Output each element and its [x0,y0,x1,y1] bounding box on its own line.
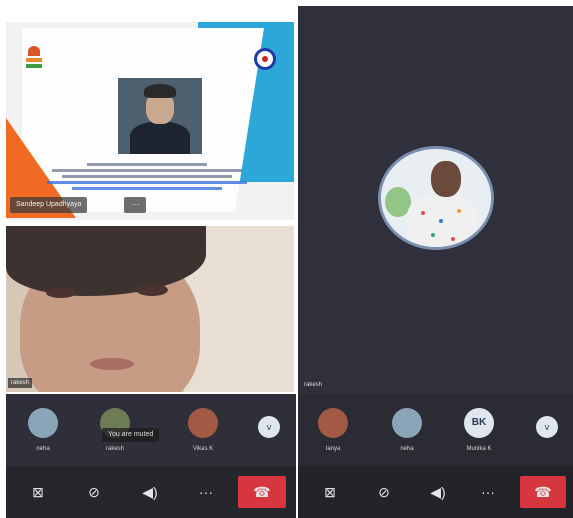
right-call-screen: rakesh tanya neha BK Munika K v ⊠ ⊘ ◀) ·… [298,6,573,518]
camera-eye-left [46,288,76,298]
participant-name: neha [400,446,414,452]
hang-up-button[interactable]: ☎ [238,476,286,508]
participant-strip: tanya neha BK Munika K v [298,394,573,466]
participant-tile[interactable]: neha [12,394,74,466]
avatar [318,408,348,438]
presenter-more-button[interactable]: ··· [124,197,146,213]
mic-off-icon[interactable]: ⊘ [76,476,112,508]
left-call-screen: Sandeep Upadhyaya ··· rakesh neha rakesh… [0,0,296,518]
participant-tile[interactable]: tanya [302,394,364,466]
camera-mouth [90,358,134,370]
participant-tile[interactable]: neha [376,394,438,466]
avatar [392,408,422,438]
more-participants-button[interactable]: v [536,416,558,438]
camera-name-label: rakesh [8,378,33,388]
tile-name-label: rakesh [304,382,323,388]
camera-tile[interactable] [6,226,294,392]
participant-name: Vikas K [192,446,214,452]
speaker-icon[interactable]: ◀) [420,476,456,508]
video-off-icon[interactable]: ⊠ [20,476,56,508]
more-options-icon[interactable]: ··· [470,476,506,508]
speaker-icon[interactable]: ◀) [132,476,168,508]
active-speaker-avatar [378,146,494,250]
screenshot-root: Sandeep Upadhyaya ··· rakesh neha rakesh… [0,0,573,518]
participant-tile[interactable]: BK Munika K [448,394,510,466]
initials-avatar: BK [464,408,494,438]
avatar [188,408,218,438]
slide-left-logo [26,46,42,76]
slide-text-lines [42,160,252,193]
participant-strip: neha rakesh Vikas K You are muted v [6,394,296,466]
slide-portrait-image [118,78,202,154]
participant-name: Munika K [466,446,492,452]
call-controls: ⊠ ⊘ ◀) ··· ☎ [6,466,296,518]
slide-right-logo [254,48,276,70]
participant-tile[interactable]: Vikas K [172,394,234,466]
hang-up-button[interactable]: ☎ [520,476,566,508]
participant-name: tanya [325,446,341,452]
participant-name: neha [36,446,50,452]
avatar [28,408,58,438]
video-off-icon[interactable]: ⊠ [312,476,348,508]
camera-eye-right [136,284,168,296]
mic-off-icon[interactable]: ⊘ [366,476,402,508]
more-options-icon[interactable]: ··· [188,476,224,508]
more-participants-button[interactable]: v [258,416,280,438]
participant-name: rakesh [105,446,124,452]
presentation-tile[interactable] [6,22,294,220]
muted-toast: You are muted [102,428,160,442]
presenter-name-chip: Sandeep Upadhyaya [10,197,88,213]
call-controls: ⊠ ⊘ ◀) ··· ☎ [298,466,573,518]
